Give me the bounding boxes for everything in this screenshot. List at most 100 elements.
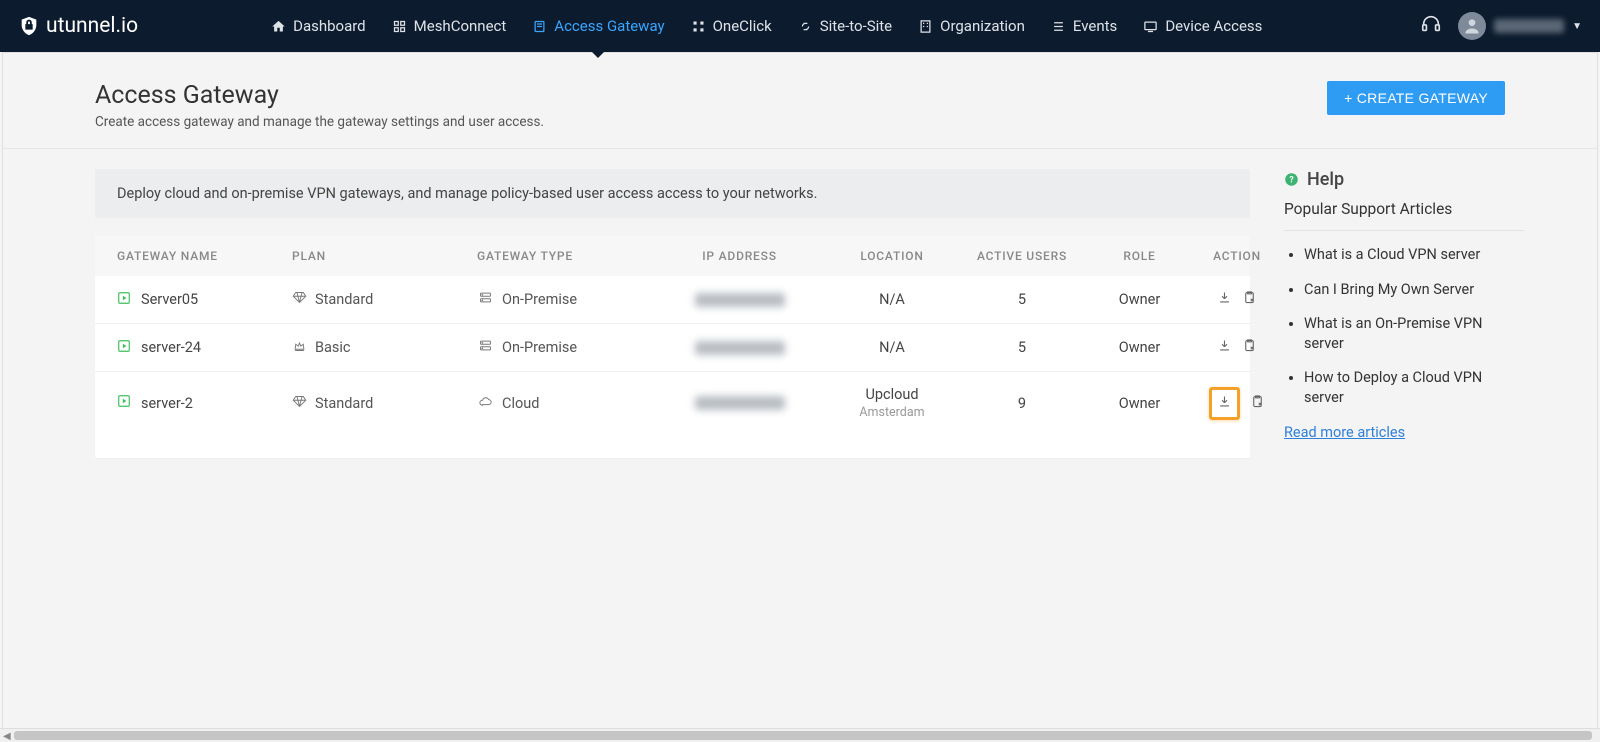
help-article-link[interactable]: What is a Cloud VPN server xyxy=(1304,245,1524,265)
nav-site-to-site-label: Site-to-Site xyxy=(820,17,892,35)
nav-device-access[interactable]: Device Access xyxy=(1130,0,1275,52)
active-users-value: 9 xyxy=(962,395,1082,412)
lock-shield-icon xyxy=(18,15,40,37)
plan-icon xyxy=(292,338,307,357)
avatar-icon xyxy=(1458,12,1486,40)
help-article-link[interactable]: How to Deploy a Cloud VPN server xyxy=(1304,368,1524,407)
nav-dashboard[interactable]: Dashboard xyxy=(258,0,379,52)
brand-text: utunnel.io xyxy=(46,14,138,38)
play-status-icon xyxy=(117,339,131,357)
brand-logo[interactable]: utunnel.io xyxy=(18,14,138,38)
clipboard-icon[interactable] xyxy=(1250,394,1265,413)
col-action: ACTION xyxy=(1197,249,1277,263)
table-row[interactable]: server-2 Standard Cloud Upcloud Amsterdam9Ow… xyxy=(95,372,1250,434)
download-action-highlighted[interactable] xyxy=(1209,387,1240,420)
type-icon xyxy=(477,394,494,413)
role-value: Owner xyxy=(1082,291,1197,308)
active-users-value: 5 xyxy=(962,291,1082,308)
type-icon xyxy=(477,338,494,357)
help-sidebar: ? Help Popular Support Articles What is … xyxy=(1284,169,1554,458)
plan-icon xyxy=(292,290,307,309)
ip-redacted xyxy=(695,293,785,307)
nav-meshconnect-label: MeshConnect xyxy=(414,17,507,35)
download-icon[interactable] xyxy=(1217,338,1232,357)
username-redacted xyxy=(1494,19,1564,33)
grid-icon xyxy=(691,19,706,34)
nav-oneclick-label: OneClick xyxy=(713,17,772,35)
ip-redacted xyxy=(695,396,785,410)
page-subtitle: Create access gateway and manage the gat… xyxy=(95,114,544,130)
nav-site-to-site[interactable]: Site-to-Site xyxy=(785,0,905,52)
role-value: Owner xyxy=(1082,395,1197,412)
location-label: Upcloud xyxy=(822,386,962,403)
clipboard-icon[interactable] xyxy=(1242,290,1257,309)
plan-label: Basic xyxy=(315,339,351,356)
gateway-name: server-24 xyxy=(141,339,201,356)
col-plan: PLAN xyxy=(292,249,477,263)
question-circle-icon: ? xyxy=(1284,172,1299,187)
info-banner: Deploy cloud and on-premise VPN gateways… xyxy=(95,169,1250,218)
type-label: Cloud xyxy=(502,395,539,412)
mesh-icon xyxy=(392,19,407,34)
col-gateway-name: GATEWAY NAME xyxy=(117,249,292,263)
download-icon xyxy=(1217,394,1232,413)
help-article-link[interactable]: What is an On-Premise VPN server xyxy=(1304,314,1524,353)
col-gateway-type: GATEWAY TYPE xyxy=(477,249,657,263)
ip-redacted xyxy=(695,341,785,355)
plan-icon xyxy=(292,394,307,413)
read-more-link[interactable]: Read more articles xyxy=(1284,424,1405,441)
scroll-left-arrow-icon[interactable]: ◀ xyxy=(3,731,11,742)
col-location: LOCATION xyxy=(822,249,962,263)
gateway-icon xyxy=(532,19,547,34)
table-row[interactable]: server-24 Basic On-Premise N/A5Owner xyxy=(95,324,1250,372)
help-title-text: Help xyxy=(1307,169,1344,190)
gateway-table: GATEWAY NAME PLAN GATEWAY TYPE IP ADDRES… xyxy=(95,236,1250,458)
plan-label: Standard xyxy=(315,291,373,308)
col-ip-address: IP ADDRESS xyxy=(657,249,822,263)
table-header-row: GATEWAY NAME PLAN GATEWAY TYPE IP ADDRES… xyxy=(95,236,1250,276)
support-icon[interactable] xyxy=(1420,13,1442,39)
help-title: ? Help xyxy=(1284,169,1524,190)
type-icon xyxy=(477,290,494,309)
gateway-name: Server05 xyxy=(141,291,198,308)
create-gateway-button[interactable]: + CREATE GATEWAY xyxy=(1327,81,1505,115)
nav-meshconnect[interactable]: MeshConnect xyxy=(379,0,520,52)
nav-events-label: Events xyxy=(1073,17,1117,35)
type-label: On-Premise xyxy=(502,291,577,308)
col-role: ROLE xyxy=(1082,249,1197,263)
nav-device-access-label: Device Access xyxy=(1165,17,1262,35)
list-icon xyxy=(1051,19,1066,34)
nav-dashboard-label: Dashboard xyxy=(293,17,366,35)
download-icon[interactable] xyxy=(1217,290,1232,309)
monitor-icon xyxy=(1143,19,1158,34)
table-row[interactable]: Server05 Standard On-Premise N/A5Owner xyxy=(95,276,1250,324)
clipboard-icon[interactable] xyxy=(1242,338,1257,357)
scrollbar-thumb[interactable] xyxy=(14,731,1592,740)
user-menu[interactable]: ▼ xyxy=(1458,12,1582,40)
nav-oneclick[interactable]: OneClick xyxy=(678,0,785,52)
top-navbar: utunnel.io Dashboard MeshConnect Access … xyxy=(0,0,1600,52)
plan-label: Standard xyxy=(315,395,373,412)
help-subtitle: Popular Support Articles xyxy=(1284,200,1524,231)
link-icon xyxy=(798,19,813,34)
help-article-link[interactable]: Can I Bring My Own Server xyxy=(1304,280,1524,300)
nav-organization-label: Organization xyxy=(940,17,1025,35)
role-value: Owner xyxy=(1082,339,1197,356)
active-users-value: 5 xyxy=(962,339,1082,356)
svg-text:?: ? xyxy=(1289,176,1294,186)
horizontal-scrollbar[interactable]: ◀ xyxy=(0,728,1600,742)
caret-down-icon: ▼ xyxy=(1572,21,1582,32)
play-status-icon xyxy=(117,394,131,412)
location-label: N/A xyxy=(822,339,962,356)
nav-organization[interactable]: Organization xyxy=(905,0,1038,52)
nav-access-gateway[interactable]: Access Gateway xyxy=(519,0,677,52)
play-status-icon xyxy=(117,291,131,309)
building-icon xyxy=(918,19,933,34)
location-label: N/A xyxy=(822,291,962,308)
type-label: On-Premise xyxy=(502,339,577,356)
gateway-name: server-2 xyxy=(141,395,193,412)
nav-events[interactable]: Events xyxy=(1038,0,1130,52)
nav-access-gateway-label: Access Gateway xyxy=(554,17,664,35)
location-sublabel: Amsterdam xyxy=(822,405,962,420)
col-active-users: ACTIVE USERS xyxy=(962,249,1082,263)
